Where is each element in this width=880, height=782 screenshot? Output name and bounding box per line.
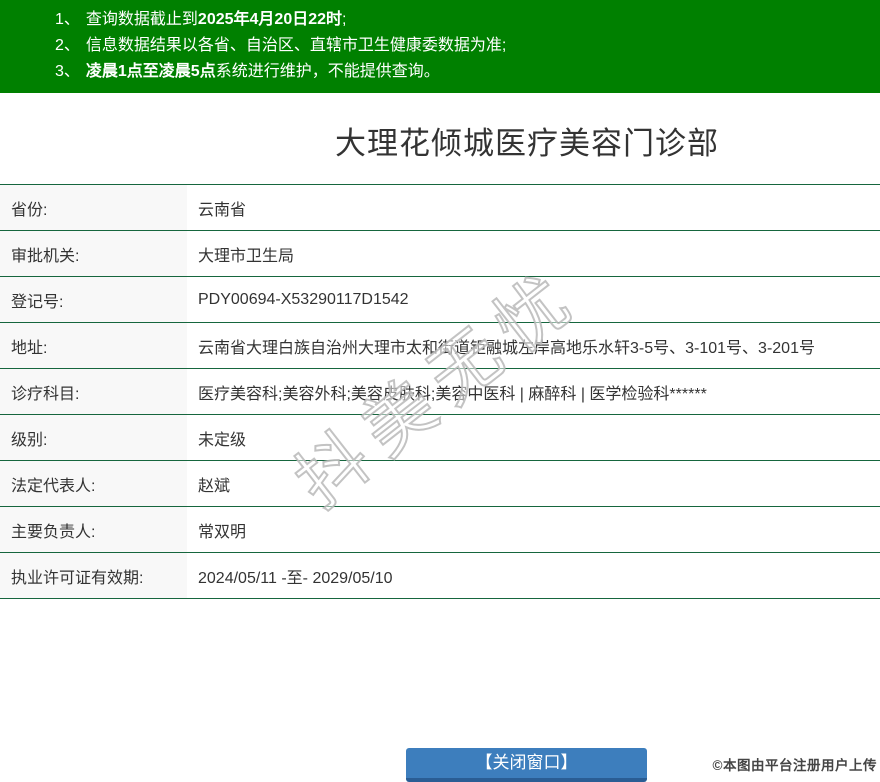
notice-text: 信息数据结果以各省、自治区、直辖市卫生健康委数据为准; <box>86 37 506 54</box>
institution-info-table: 省份: 云南省 审批机关: 大理市卫生局 登记号: PDY00694-X5329… <box>0 184 880 599</box>
row-value: 未定级 <box>187 415 880 461</box>
table-row-legal-representative: 法定代表人: 赵斌 <box>0 461 880 507</box>
row-value: 医疗美容科;美容外科;美容皮肤科;美容中医科 | 麻醉科 | 医学检验科****… <box>187 369 880 415</box>
row-label: 级别: <box>0 415 187 461</box>
table-row-registration-number: 登记号: PDY00694-X53290117D1542 <box>0 277 880 323</box>
row-label: 执业许可证有效期: <box>0 553 187 599</box>
row-value: 常双明 <box>187 507 880 553</box>
notice-text-bold: 2025年4月20日22时 <box>198 11 342 28</box>
table-row-address: 地址: 云南省大理白族自治州大理市太和街道钜融城左岸高地乐水轩3-5号、3-10… <box>0 323 880 369</box>
row-label: 诊疗科目: <box>0 369 187 415</box>
row-label: 审批机关: <box>0 231 187 277</box>
row-label: 地址: <box>0 323 187 369</box>
notice-text: ; <box>342 11 346 28</box>
notice-text-bold: 凌晨1点至凌晨5点 <box>86 63 216 80</box>
notice-line-2: 2、信息数据结果以各省、自治区、直辖市卫生健康委数据为准; <box>55 33 870 59</box>
table-row-province: 省份: 云南省 <box>0 185 880 231</box>
table-row-departments: 诊疗科目: 医疗美容科;美容外科;美容皮肤科;美容中医科 | 麻醉科 | 医学检… <box>0 369 880 415</box>
notice-banner: 1、查询数据截止到2025年4月20日22时; 2、信息数据结果以各省、自治区、… <box>0 0 880 93</box>
row-value: 大理市卫生局 <box>187 231 880 277</box>
notice-line-1: 1、查询数据截止到2025年4月20日22时; <box>55 7 870 33</box>
row-value: 云南省 <box>187 185 880 231</box>
table-row-level: 级别: 未定级 <box>0 415 880 461</box>
row-label: 主要负责人: <box>0 507 187 553</box>
row-value: 2024/05/11 -至- 2029/05/10 <box>187 553 880 599</box>
row-value: 云南省大理白族自治州大理市太和街道钜融城左岸高地乐水轩3-5号、3-101号、3… <box>187 323 880 369</box>
notice-line-number: 1、 <box>55 11 80 28</box>
notice-line-number: 2、 <box>55 37 80 54</box>
row-label: 法定代表人: <box>0 461 187 507</box>
notice-text: 查询数据截止到 <box>86 11 198 28</box>
table-row-person-in-charge: 主要负责人: 常双明 <box>0 507 880 553</box>
page-title: 大理花倾城医疗美容门诊部 <box>87 126 880 162</box>
close-window-button[interactable]: 【关闭窗口】 <box>406 748 647 782</box>
notice-text: 系统进行维护，不能提供查询。 <box>216 63 440 80</box>
row-label: 登记号: <box>0 277 187 323</box>
notice-line-number: 3、 <box>55 63 80 80</box>
row-label: 省份: <box>0 185 187 231</box>
row-value: 赵斌 <box>187 461 880 507</box>
table-row-approval-authority: 审批机关: 大理市卫生局 <box>0 231 880 277</box>
row-value: PDY00694-X53290117D1542 <box>187 277 880 323</box>
table-row-license-validity: 执业许可证有效期: 2024/05/11 -至- 2029/05/10 <box>0 553 880 599</box>
copyright-watermark: ©本图由平台注册用户上传 <box>713 754 877 774</box>
notice-line-3: 3、凌晨1点至凌晨5点系统进行维护，不能提供查询。 <box>55 59 870 85</box>
